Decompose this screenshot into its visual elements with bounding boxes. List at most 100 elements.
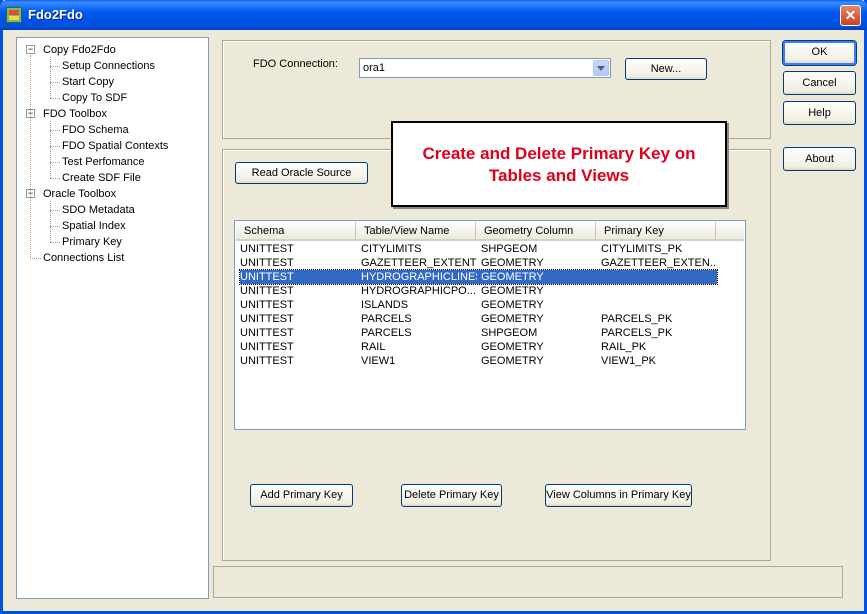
primary-key-list[interactable]: Schema Table/View Name Geometry Column P… <box>234 220 746 430</box>
tree-item[interactable]: SDO Metadata <box>50 203 135 217</box>
column-header-geometry-column[interactable]: Geometry Column <box>476 222 596 241</box>
table-cell: CITYLIMITS <box>361 243 422 255</box>
table-cell: UNITTEST <box>240 327 294 339</box>
tree-item[interactable]: Spatial Index <box>50 219 126 233</box>
tree-item-label: Oracle Toolbox <box>43 188 117 200</box>
tree-item-label: Setup Connections <box>62 60 155 72</box>
tree-item-label: FDO Schema <box>62 124 129 136</box>
table-cell: GEOMETRY <box>481 285 544 297</box>
view-columns-in-primary-key-button[interactable]: View Columns in Primary Key <box>545 484 692 507</box>
help-button[interactable]: Help <box>783 101 856 125</box>
cancel-button[interactable]: Cancel <box>783 71 856 95</box>
table-cell: GEOMETRY <box>481 355 544 367</box>
tree-item[interactable]: Start Copy <box>50 75 114 89</box>
tree-item[interactable]: FDO Schema <box>50 123 129 137</box>
table-cell: UNITTEST <box>240 341 294 353</box>
tree-connector-line <box>30 258 41 259</box>
table-cell: UNITTEST <box>240 299 294 311</box>
add-primary-key-button[interactable]: Add Primary Key <box>250 484 353 507</box>
fdo-connection-label: FDO Connection: <box>253 58 338 70</box>
column-header-schema[interactable]: Schema <box>236 222 356 241</box>
table-cell: VIEW1_PK <box>601 355 657 367</box>
tree-connector-line <box>50 98 60 99</box>
table-cell: PARCELS <box>361 313 412 325</box>
tree-item[interactable]: Create SDF File <box>50 171 141 185</box>
tree-connector-line <box>50 210 60 211</box>
callout-line-1: Create and Delete Primary Key on <box>422 144 696 163</box>
table-cell: SHPGEOM <box>481 243 538 255</box>
tree-item-label: FDO Spatial Contexts <box>62 140 169 152</box>
column-header-table-name[interactable]: Table/View Name <box>356 222 476 241</box>
table-row[interactable]: UNITTEST ISLANDS GEOMETRY <box>240 298 717 312</box>
callout-line-2: Tables and Views <box>488 166 630 185</box>
tree-item[interactable]: Primary Key <box>50 235 122 249</box>
tree-item[interactable]: Connections List <box>30 251 124 265</box>
about-button[interactable]: About <box>783 147 856 171</box>
tree-connector-line <box>50 121 51 178</box>
status-bar <box>213 566 843 598</box>
title-bar[interactable]: Fdo2Fdo ✕ <box>0 0 867 30</box>
ok-button[interactable]: OK <box>783 41 856 65</box>
tree-item-label: Spatial Index <box>62 220 126 232</box>
table-row[interactable]: UNITTEST HYDROGRAPHICLINES GEOMETRY <box>239 269 718 285</box>
tree-item[interactable]: Copy To SDF <box>50 91 127 105</box>
tree-connector-line <box>50 66 60 67</box>
table-row[interactable]: UNITTEST GAZETTEER_EXTENT GEOMETRY GAZETTEE… <box>240 256 717 270</box>
table-cell: PARCELS_PK <box>601 313 673 325</box>
table-cell: UNITTEST <box>240 271 294 283</box>
tree-item-label: Primary Key <box>62 236 122 248</box>
tree-item[interactable]: − Copy Fdo2Fdo <box>26 43 116 57</box>
table-row[interactable]: UNITTEST VIEW1 GEOMETRY VIEW1_PK <box>240 354 717 368</box>
tree-item-label: FDO Toolbox <box>43 108 107 120</box>
tree-connector-line <box>30 55 31 259</box>
app-icon <box>6 7 22 23</box>
tree-item-label: Test Perfomance <box>62 156 145 168</box>
tree-item[interactable]: − FDO Toolbox <box>26 107 107 121</box>
table-row[interactable]: UNITTEST HYDROGRAPHICPO... GEOMETRY <box>240 284 717 298</box>
table-cell: UNITTEST <box>240 355 294 367</box>
table-row[interactable]: UNITTEST PARCELS GEOMETRY PARCELS_PK <box>240 312 717 326</box>
table-row[interactable]: UNITTEST RAIL GEOMETRY RAIL_PK <box>240 340 717 354</box>
table-cell: SHPGEOM <box>481 327 538 339</box>
chevron-down-icon[interactable] <box>593 60 609 76</box>
tree-connector-line <box>50 178 60 179</box>
tree-connector-line <box>50 242 60 243</box>
fdo2fdo-window: Fdo2Fdo ✕ − Copy Fdo2Fdo Setup Connections… <box>0 0 867 614</box>
table-cell: GEOMETRY <box>481 341 544 353</box>
collapse-toggle-icon[interactable]: − <box>26 45 35 54</box>
tree-connector-line <box>50 82 60 83</box>
read-oracle-source-button[interactable]: Read Oracle Source <box>235 162 368 184</box>
tree-connector-line <box>50 130 60 131</box>
tree-item[interactable]: Setup Connections <box>50 59 155 73</box>
tree-item-label: Start Copy <box>62 76 114 88</box>
tree-connector-line <box>50 146 60 147</box>
table-cell: GAZETTEER_EXTEN... <box>601 257 717 269</box>
tree-item-label: Create SDF File <box>62 172 141 184</box>
table-row[interactable]: UNITTEST CITYLIMITS SHPGEOM CITYLIMITS_PK <box>240 242 717 256</box>
table-cell: VIEW1 <box>361 355 396 367</box>
tree-item[interactable]: Test Perfomance <box>50 155 145 169</box>
table-cell: PARCELS <box>361 327 412 339</box>
fdo-connection-combo[interactable]: ora1 <box>359 58 611 78</box>
table-cell: PARCELS_PK <box>601 327 673 339</box>
callout-annotation: Create and Delete Primary Key on Tables … <box>391 121 727 207</box>
tree-connector-line <box>50 201 51 242</box>
navigation-tree[interactable]: − Copy Fdo2Fdo Setup Connections Start Copy… <box>16 37 209 599</box>
new-connection-button[interactable]: New... <box>625 58 707 80</box>
table-cell: RAIL <box>361 341 386 353</box>
delete-primary-key-button[interactable]: Delete Primary Key <box>401 484 502 507</box>
tree-item[interactable]: − Oracle Toolbox <box>26 187 117 201</box>
table-cell: UNITTEST <box>240 285 294 297</box>
table-cell: HYDROGRAPHICPO... <box>361 285 476 297</box>
table-cell: GEOMETRY <box>481 257 544 269</box>
table-cell: HYDROGRAPHICLINES <box>361 271 477 283</box>
tree-connector-line <box>50 162 60 163</box>
table-row[interactable]: UNITTEST PARCELS SHPGEOM PARCELS_PK <box>240 326 717 340</box>
table-cell: UNITTEST <box>240 313 294 325</box>
close-button[interactable]: ✕ <box>840 5 861 26</box>
tree-connector-line <box>50 226 60 227</box>
column-header-primary-key[interactable]: Primary Key <box>596 222 716 241</box>
tree-item[interactable]: FDO Spatial Contexts <box>50 139 169 153</box>
table-cell: GEOMETRY <box>481 271 544 283</box>
tree-item-label: SDO Metadata <box>62 204 135 216</box>
